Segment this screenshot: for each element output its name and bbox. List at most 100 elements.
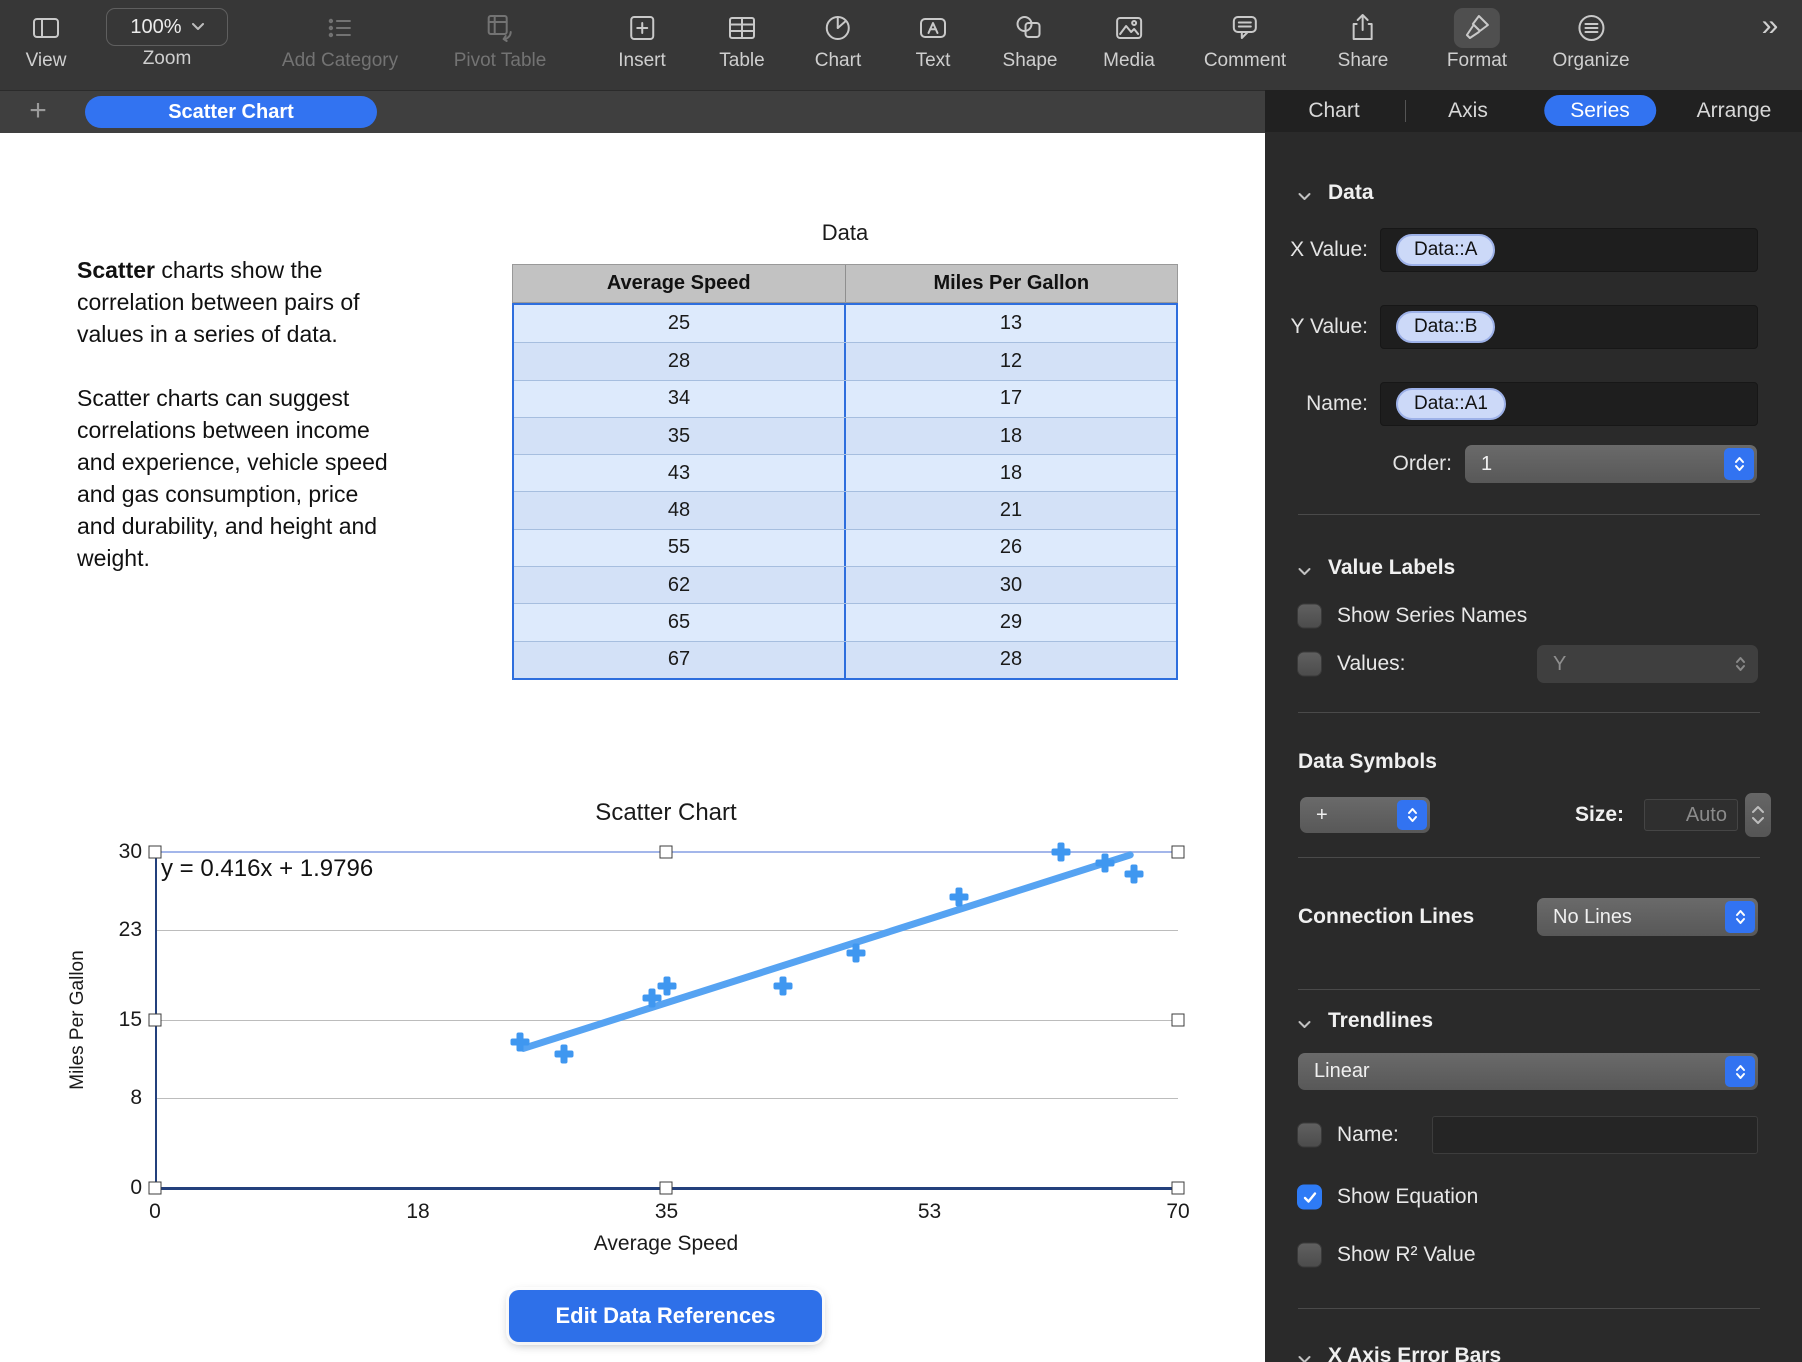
share-button[interactable]: Share — [1338, 0, 1388, 90]
selection-handle[interactable] — [1171, 1013, 1185, 1027]
data-point-marker[interactable] — [554, 1044, 574, 1064]
zoom-dropdown[interactable]: 100% — [106, 8, 228, 46]
x-value-field[interactable]: Data::A — [1380, 228, 1758, 272]
selection-handle[interactable] — [1171, 1181, 1185, 1195]
stepper-icon[interactable] — [1397, 800, 1427, 830]
values-checkbox[interactable] — [1297, 651, 1322, 677]
data-point-marker[interactable] — [1124, 864, 1144, 884]
show-series-names-checkbox[interactable] — [1297, 603, 1322, 629]
table-cell[interactable]: 65 — [514, 604, 846, 641]
selection-handle[interactable] — [148, 1181, 162, 1195]
trendline-equation[interactable]: y = 0.416x + 1.9796 — [161, 855, 373, 883]
table-row[interactable]: 25 13 — [514, 305, 1176, 343]
connection-lines-dropdown[interactable]: No Lines — [1537, 898, 1758, 936]
series-name-field[interactable]: Data::A1 — [1380, 382, 1758, 426]
table-button[interactable]: Table — [719, 0, 765, 90]
trendline-name-field[interactable] — [1432, 1116, 1758, 1154]
trendline[interactable] — [519, 850, 1136, 1053]
comment-button[interactable]: Comment — [1204, 0, 1286, 90]
selection-handle[interactable] — [148, 845, 162, 859]
format-button[interactable]: Format — [1447, 0, 1507, 90]
data-symbol-dropdown[interactable]: + — [1300, 797, 1430, 833]
tab-chart[interactable]: Chart — [1308, 90, 1359, 132]
tab-arrange[interactable]: Arrange — [1697, 90, 1772, 132]
series-name-token[interactable]: Data::A1 — [1396, 388, 1506, 420]
stepper-icon[interactable] — [1724, 448, 1754, 480]
stepper-icon[interactable] — [1725, 1056, 1755, 1087]
table-row[interactable]: 67 28 — [514, 640, 1176, 678]
table-cell[interactable]: 34 — [514, 380, 846, 417]
table-cell[interactable]: 43 — [514, 455, 846, 492]
data-point-marker[interactable] — [510, 1032, 530, 1052]
edit-data-references-button[interactable]: Edit Data References — [509, 1290, 822, 1342]
selection-handle[interactable] — [148, 1013, 162, 1027]
table-cell[interactable]: 18 — [846, 455, 1176, 491]
table-row[interactable]: 62 30 — [514, 566, 1176, 604]
insert-button[interactable]: Insert — [618, 0, 666, 90]
chart-title[interactable]: Scatter Chart — [595, 799, 736, 827]
table-body[interactable]: 25 13 28 12 34 17 35 18 43 18 48 21 55 26 62 30 65 29 67 28 — [512, 303, 1178, 680]
media-button[interactable]: Media — [1103, 0, 1155, 90]
table-cell[interactable]: 26 — [846, 530, 1176, 566]
table-cell[interactable]: 28 — [846, 642, 1176, 678]
table-cell[interactable]: 13 — [846, 305, 1176, 342]
data-table[interactable]: Average Speed Miles Per Gallon 25 13 28 12 3… — [512, 264, 1178, 680]
table-cell[interactable]: 30 — [846, 567, 1176, 603]
data-point-marker[interactable] — [949, 887, 969, 907]
x-value-token[interactable]: Data::A — [1396, 234, 1496, 266]
selection-handle[interactable] — [659, 845, 673, 859]
sheet-tab-scatter-chart[interactable]: Scatter Chart — [85, 96, 377, 128]
zoom-control[interactable]: 100% Zoom — [106, 0, 228, 90]
table-cell[interactable]: 12 — [846, 343, 1176, 379]
table-row[interactable]: 35 18 — [514, 416, 1176, 455]
x-axis-error-bars-disclosure-icon[interactable] — [1298, 1352, 1312, 1362]
column-header[interactable]: Average Speed — [513, 265, 846, 302]
table-cell[interactable]: 21 — [846, 492, 1176, 528]
show-r2-checkbox[interactable] — [1297, 1242, 1322, 1268]
add-sheet-icon[interactable]: + — [22, 96, 54, 128]
text-button[interactable]: Text — [910, 0, 956, 90]
table-cell[interactable]: 25 — [514, 305, 846, 343]
table-row[interactable]: 34 17 — [514, 379, 1176, 417]
table-cell[interactable]: 17 — [846, 381, 1176, 417]
tab-axis[interactable]: Axis — [1448, 90, 1488, 132]
trendlines-disclosure-icon[interactable] — [1298, 1017, 1312, 1028]
table-cell[interactable]: 28 — [514, 343, 846, 380]
value-labels-disclosure-icon[interactable] — [1298, 564, 1312, 575]
selection-handle[interactable] — [1171, 845, 1185, 859]
table-cell[interactable]: 35 — [514, 417, 846, 455]
toolbar-overflow-icon[interactable]: » — [1750, 6, 1790, 46]
stepper-icon[interactable] — [1725, 901, 1755, 933]
table-cell[interactable]: 29 — [846, 604, 1176, 640]
trendline-type-dropdown[interactable]: Linear — [1298, 1053, 1758, 1090]
table-row[interactable]: 48 21 — [514, 491, 1176, 529]
table-row[interactable]: 43 18 — [514, 454, 1176, 492]
trendline-name-checkbox[interactable] — [1297, 1122, 1322, 1148]
table-row[interactable]: 55 26 — [514, 528, 1176, 567]
data-point-marker[interactable] — [1051, 842, 1071, 862]
data-disclosure-icon[interactable] — [1298, 189, 1312, 200]
table-title[interactable]: Data — [822, 220, 868, 246]
table-cell[interactable]: 62 — [514, 567, 846, 604]
organize-button[interactable]: Organize — [1552, 0, 1630, 90]
data-point-marker[interactable] — [773, 976, 793, 996]
scatter-plot-area[interactable] — [155, 842, 1178, 1190]
table-row[interactable]: 65 29 — [514, 603, 1176, 641]
data-point-marker[interactable] — [846, 943, 866, 963]
order-dropdown[interactable]: 1 — [1465, 445, 1757, 483]
chart-button[interactable]: Chart — [815, 0, 861, 90]
y-value-field[interactable]: Data::B — [1380, 305, 1758, 349]
data-point-marker[interactable] — [657, 976, 676, 996]
show-equation-checkbox[interactable] — [1297, 1184, 1322, 1210]
data-point-marker[interactable] — [1095, 853, 1115, 873]
shape-button[interactable]: Shape — [1003, 0, 1057, 90]
table-cell[interactable]: 67 — [514, 641, 846, 678]
selection-handle[interactable] — [659, 1181, 673, 1195]
tab-series[interactable]: Series — [1544, 95, 1656, 126]
y-value-token[interactable]: Data::B — [1396, 311, 1496, 343]
column-header[interactable]: Miles Per Gallon — [846, 265, 1178, 302]
y-axis-title[interactable]: Miles Per Gallon — [67, 950, 89, 1089]
table-cell[interactable]: 55 — [514, 529, 846, 567]
x-axis-title[interactable]: Average Speed — [594, 1232, 738, 1256]
table-cell[interactable]: 48 — [514, 492, 846, 529]
